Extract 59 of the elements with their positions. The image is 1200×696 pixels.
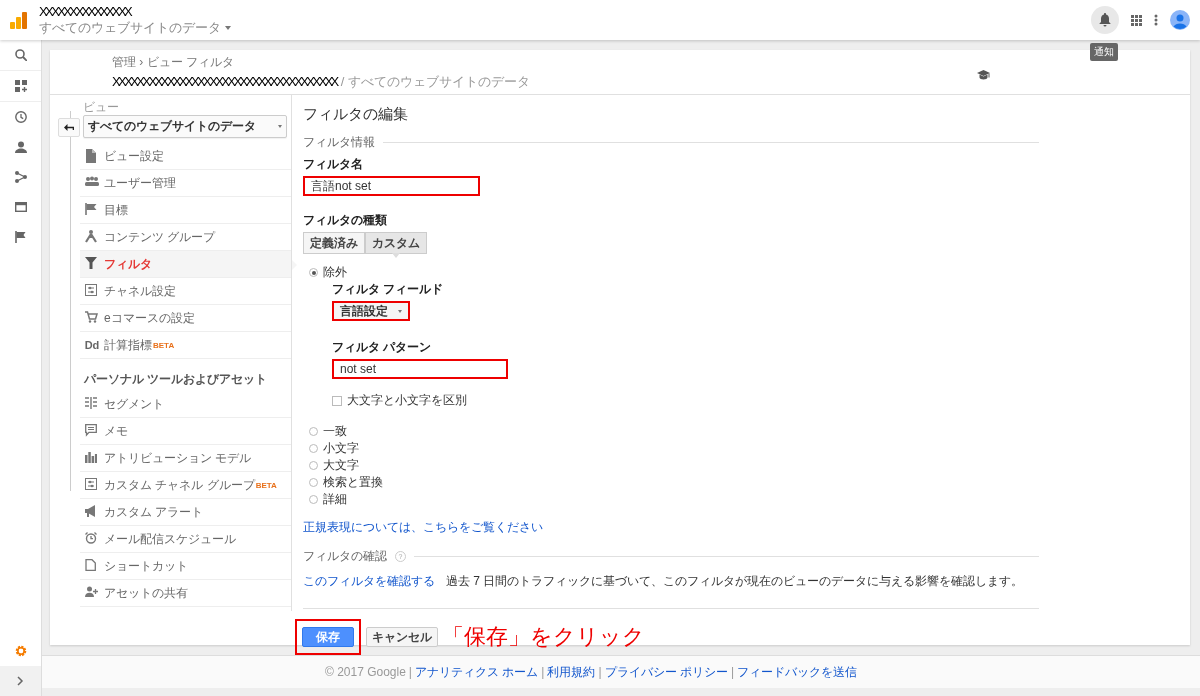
field-label: フィルタ パターン [332,339,433,356]
property-selector[interactable]: すべてのウェブサイトのデータ [39,20,231,35]
filter-type-tab[interactable]: 定義済み [303,232,365,254]
option-label: 詳細 [323,491,347,508]
nav-item[interactable]: アセットの共有 [80,580,291,607]
copyright-text: © 2017 Google [324,665,406,679]
beta-label: BETA [255,480,277,490]
field-label: フィルタの種類 [303,212,388,229]
option-label: 一致 [323,423,347,440]
view-label: ビュー [83,99,120,113]
nav-item[interactable]: カスタム チャネル グループBETA [80,472,291,499]
description-text: 過去 7 日間のトラフィックに基づいて、このフィルタが現在のビューのデータに与える影響を確認します。 [446,573,1024,590]
footer-link[interactable]: 利用規約 [547,663,596,681]
nav-item[interactable]: Dd 計算指標BETA [80,332,291,359]
footer-link[interactable]: フィードバックを送信 [737,663,858,681]
view-dropdown[interactable]: すべてのウェブサイトのデータ [83,115,287,138]
filter-name-field[interactable]: 言語not set [303,176,480,196]
section-title: パーソナル ツールおよびアセット [83,371,269,388]
beta-label: BETA [153,340,175,350]
nav-item[interactable]: セグメント [80,391,291,418]
section-heading: フィルタ情報 [303,134,375,151]
nav-item[interactable]: メモ [80,418,291,445]
filter-field-dropdown[interactable]: 言語設定 [332,301,410,321]
page-title: フィルタの編集 [303,105,409,124]
path-separator: / [340,74,345,89]
option-label: 除外 [323,264,347,281]
verify-filter-link[interactable]: このフィルタを確認する [303,573,435,590]
tooltip: 通知 [1090,43,1118,61]
link-separator: | [598,665,602,679]
link-separator: | [730,665,735,679]
option-label: 検索と置換 [323,474,383,491]
nav-item[interactable]: カスタム アラート [80,499,291,526]
link-separator: | [541,665,545,679]
filter-pattern-field[interactable]: not set [332,359,508,379]
annotation-text: 「保存」をクリック [442,623,645,651]
nav-item[interactable]: ビュー設定 [80,143,291,170]
section-heading: フィルタの確認 [303,548,387,565]
nav-item[interactable]: 目標 [80,197,291,224]
option-label: 小文字 [323,440,359,457]
field-label: フィルタ フィールド [332,281,445,298]
account-name: XXXXXXXXXXXXXXXXXXXXXXXXXXXXXXXXXXXXX [112,74,337,89]
nav-item[interactable]: メール配信スケジュール [80,526,291,553]
account-name: XXXXXXXXXXXXXXX [39,5,132,19]
footer-link[interactable]: プライバシー ポリシー [604,663,728,681]
option-label: 大文字 [323,457,359,474]
checkbox-label: 大文字と小文字を区別 [347,392,467,409]
nav-item[interactable]: チャネル設定 [80,278,291,305]
cancel-button[interactable]: キャンセル [366,627,438,647]
breadcrumb: 管理 › ビュー フィルタ [112,54,235,71]
field-label: フィルタ名 [303,156,364,173]
view-name: すべてのウェブサイトのデータ [348,73,531,91]
nav-item[interactable]: ショートカット [80,553,291,580]
regex-help-link[interactable]: 正規表現については、こちらをご覧ください [303,520,543,534]
nav-item[interactable]: ユーザー管理 [80,170,291,197]
nav-item[interactable]: eコマースの設定 [80,305,291,332]
nav-item[interactable]: アトリビューション モデル [80,445,291,472]
footer-link[interactable]: アナリティクス ホーム [415,663,539,681]
link-separator: | [408,665,412,679]
calculated-metrics-icon: Dd [84,339,100,351]
